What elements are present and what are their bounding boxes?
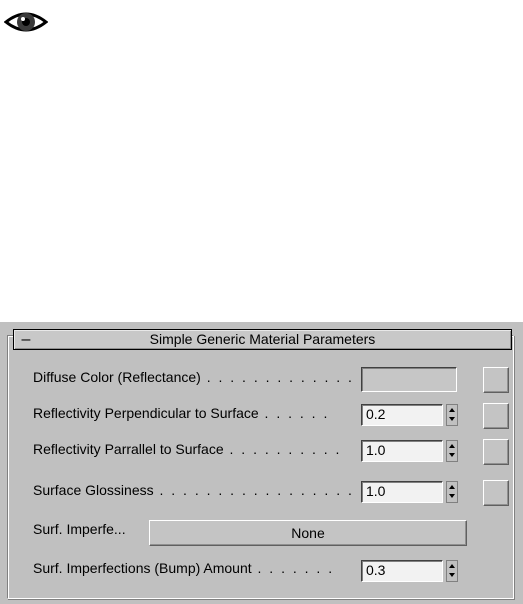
bump-spinner[interactable] — [446, 560, 458, 582]
gloss-label: Surface Glossiness . . . . . . . . . . .… — [33, 482, 378, 498]
spinner-down-icon[interactable] — [449, 417, 455, 421]
eye-icon — [4, 12, 48, 32]
gloss-input[interactable]: 1.0 — [361, 481, 443, 503]
refl-par-label: Reflectivity Parrallel to Surface . . . … — [33, 441, 342, 457]
refl-perp-input[interactable]: 0.2 — [361, 404, 443, 426]
refl-perp-map-button[interactable] — [483, 403, 509, 429]
spinner-up-icon[interactable] — [449, 564, 455, 568]
refl-perp-label: Reflectivity Perpendicular to Surface . … — [33, 405, 330, 421]
diffuse-map-button[interactable] — [483, 367, 509, 393]
spinner-up-icon[interactable] — [449, 408, 455, 412]
bump-input[interactable]: 0.3 — [361, 560, 443, 582]
spinner-down-icon[interactable] — [449, 494, 455, 498]
rollout-title: Simple Generic Material Parameters — [149, 331, 376, 347]
refl-perp-spinner[interactable] — [446, 404, 458, 426]
refl-par-spinner[interactable] — [446, 440, 458, 462]
spinner-down-icon[interactable] — [449, 573, 455, 577]
refl-par-input[interactable]: 1.0 — [361, 440, 443, 462]
spinner-up-icon[interactable] — [449, 485, 455, 489]
refl-par-map-button[interactable] — [483, 439, 509, 465]
diffuse-color-label: Diffuse Color (Reflectance) . . . . . . … — [33, 369, 354, 385]
diffuse-color-swatch[interactable] — [361, 367, 457, 392]
bump-label: Surf. Imperfections (Bump) Amount . . . … — [33, 560, 335, 576]
rollout-header[interactable]: – Simple Generic Material Parameters — [13, 329, 512, 350]
spinner-down-icon[interactable] — [449, 453, 455, 457]
spinner-up-icon[interactable] — [449, 444, 455, 448]
imperf-label: Surf. Imperfe... — [33, 521, 126, 537]
gloss-spinner[interactable] — [446, 481, 458, 503]
imperf-map-button[interactable]: None — [149, 520, 467, 546]
gloss-map-button[interactable] — [483, 480, 509, 506]
